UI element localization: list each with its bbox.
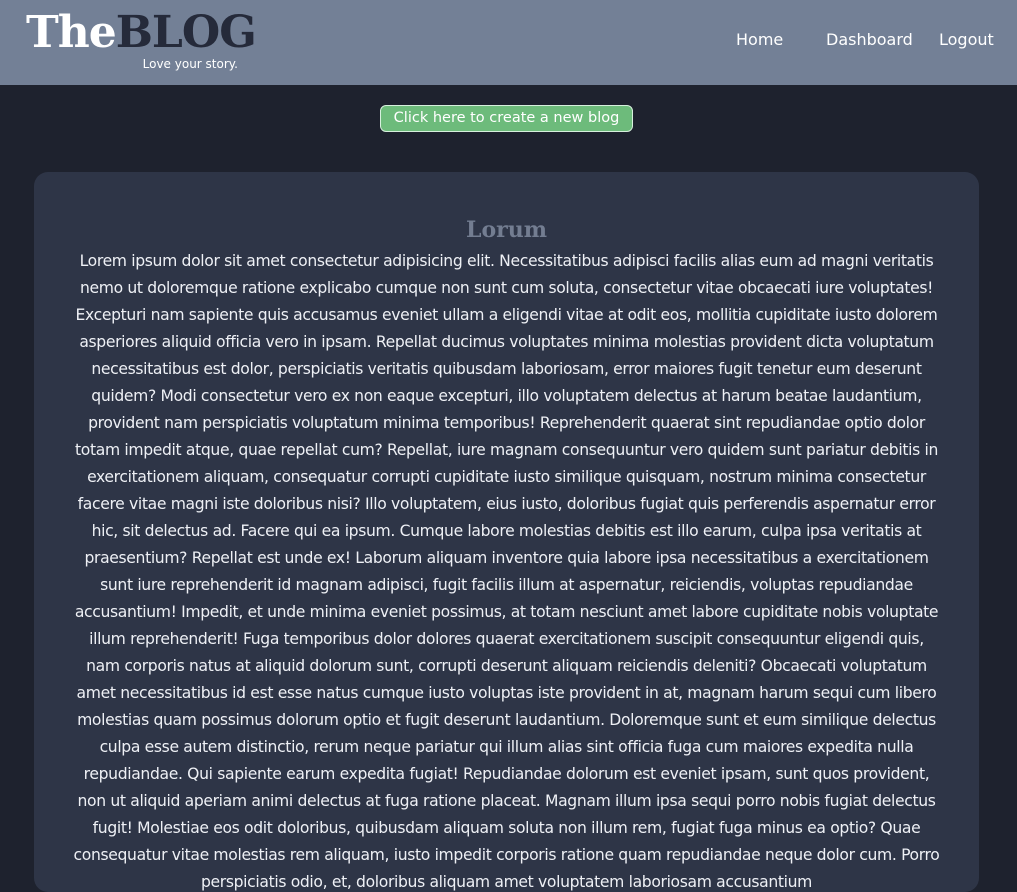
- nav-dashboard-link[interactable]: Dashboard: [826, 29, 913, 51]
- create-blog-button[interactable]: Click here to create a new blog: [380, 105, 633, 132]
- post-body: Lorem ipsum dolor sit amet consectetur a…: [73, 252, 940, 891]
- post-title: Lorum: [465, 217, 547, 243]
- brand-tagline: Love your story.: [142, 57, 238, 71]
- nav-logout-link[interactable]: Logout: [939, 29, 994, 51]
- nav-home-link[interactable]: Home: [736, 29, 783, 51]
- main-nav: Home Dashboard Logout: [0, 29, 1017, 53]
- blog-post-card: Lorum Lorem ipsum dolor sit amet consect…: [34, 172, 979, 892]
- site-header: TheBLOG Love your story. Home Dashboard …: [0, 0, 1017, 85]
